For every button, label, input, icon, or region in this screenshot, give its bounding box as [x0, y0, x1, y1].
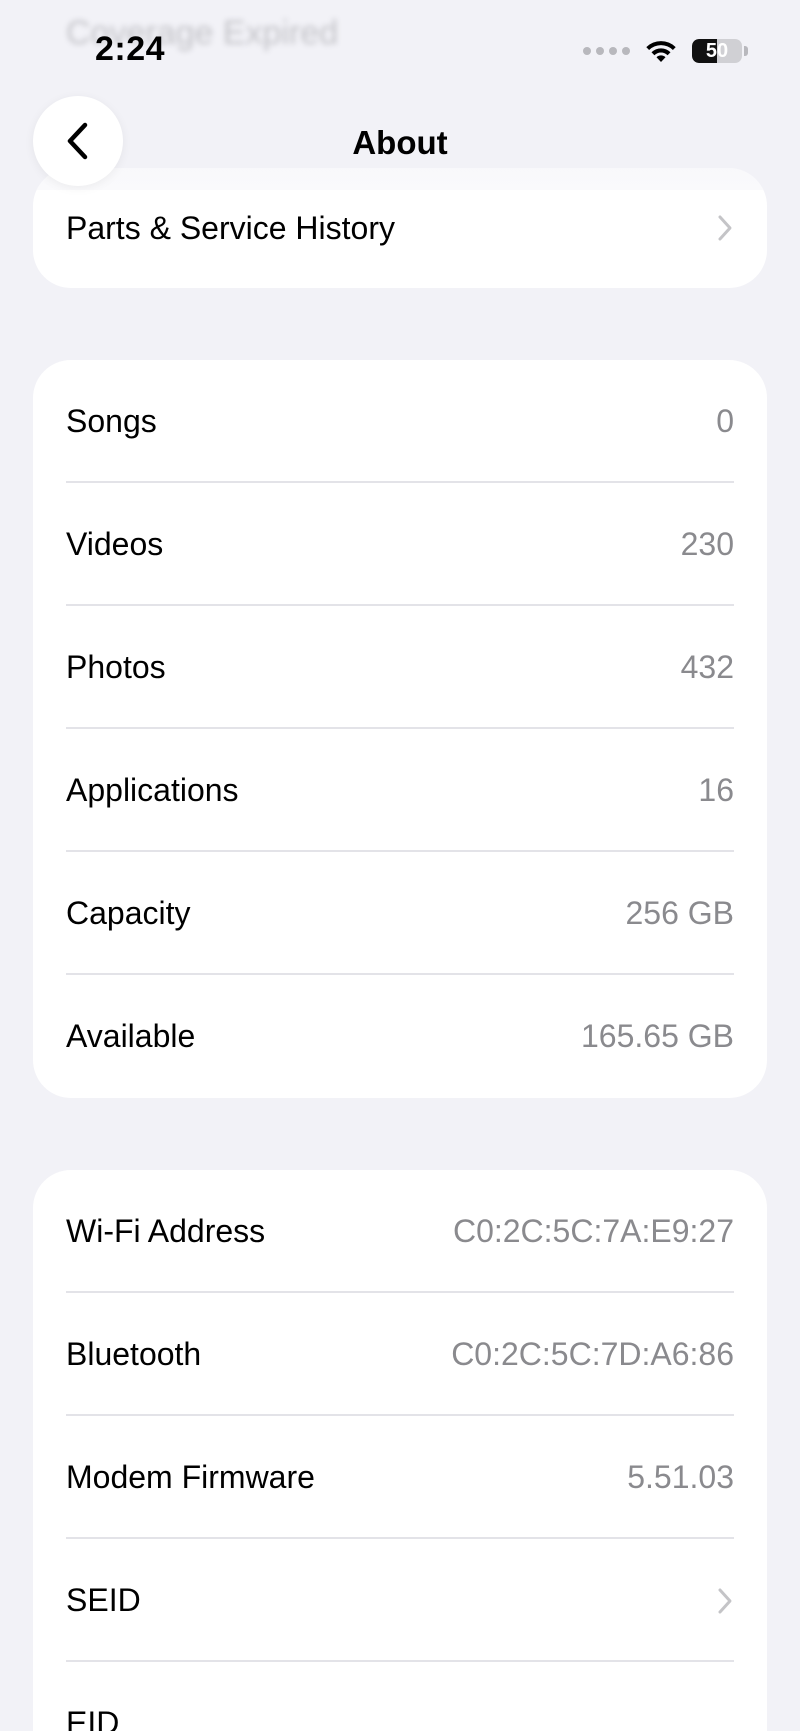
list-item-eid[interactable]: EID — [33, 1662, 767, 1731]
row-label: Modem Firmware — [66, 1459, 315, 1495]
battery-icon: 50 — [692, 39, 742, 63]
chevron-right-icon — [718, 215, 732, 241]
list-item-applications: Applications 16 — [33, 729, 767, 852]
list-item-wifi-address: Wi-Fi Address C0:2C:5C:7A:E9:27 — [33, 1170, 767, 1293]
page-title: About — [352, 124, 448, 161]
list-item-modem-firmware: Modem Firmware 5.51.03 — [33, 1416, 767, 1539]
row-value: 5.51.03 — [627, 1459, 734, 1495]
chevron-right-icon — [718, 1588, 732, 1613]
battery-nub — [744, 46, 748, 56]
row-label: Wi-Fi Address — [66, 1213, 266, 1249]
row-value: 0 — [716, 403, 734, 439]
list-item-photos: Photos 432 — [33, 606, 767, 729]
media-storage-group: Songs 0 Videos 230 Photos 432 Applicatio… — [33, 360, 767, 1098]
battery-level: 50 — [705, 39, 729, 62]
row-label: Applications — [66, 772, 239, 808]
list-item-videos: Videos 230 — [33, 483, 767, 606]
row-label: Videos — [66, 526, 164, 562]
list-item-available: Available 165.65 GB — [33, 975, 767, 1098]
list-item-capacity: Capacity 256 GB — [33, 852, 767, 975]
wifi-icon — [646, 41, 676, 62]
row-value: C0:2C:5C:7A:E9:27 — [452, 1213, 734, 1249]
row-label: SEID — [66, 1582, 141, 1618]
network-group: Wi-Fi Address C0:2C:5C:7A:E9:27 Bluetoot… — [33, 1170, 767, 1731]
row-label: Capacity — [66, 895, 191, 931]
row-label: Songs — [66, 403, 157, 439]
row-label: Bluetooth — [66, 1336, 202, 1372]
row-label: Photos — [66, 649, 166, 685]
row-value: 432 — [680, 649, 734, 685]
list-item-songs: Songs 0 — [33, 360, 767, 483]
row-value: 230 — [680, 526, 734, 562]
about-screen: Coverage Expired 2:24 50 About Parts & S… — [0, 0, 800, 1731]
row-label: EID — [66, 1705, 120, 1731]
list-item-seid[interactable]: SEID — [33, 1539, 767, 1662]
status-time: 2:24 — [95, 30, 166, 68]
row-value: C0:2C:5C:7D:A6:86 — [451, 1336, 734, 1372]
row-label: Parts & Service History — [66, 209, 395, 246]
row-value: 16 — [698, 772, 734, 808]
row-value: 165.65 GB — [581, 1018, 734, 1054]
cellular-signal-icon — [583, 47, 630, 55]
list-item-bluetooth: Bluetooth C0:2C:5C:7D:A6:86 — [33, 1293, 767, 1416]
row-label: Available — [66, 1018, 196, 1054]
status-indicators: 50 — [583, 38, 748, 64]
row-value: 256 GB — [625, 895, 734, 931]
